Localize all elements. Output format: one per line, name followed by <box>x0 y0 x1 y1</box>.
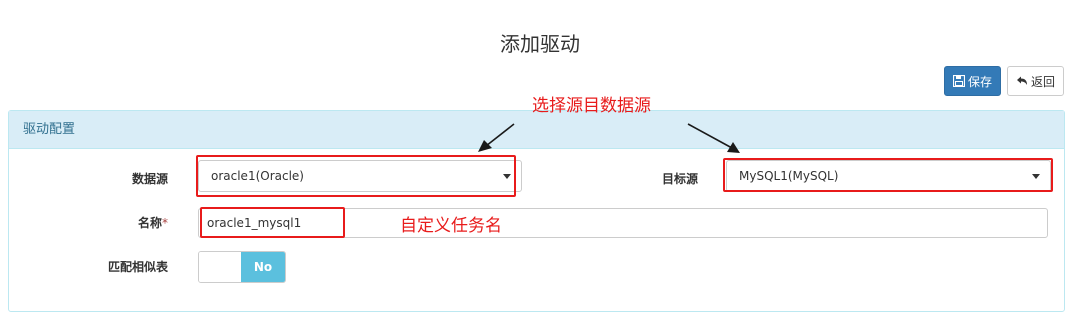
save-button-label: 保存 <box>967 74 992 89</box>
toolbar: 保存 返回 <box>943 66 1064 96</box>
annotation-box-source <box>196 155 516 197</box>
toggle-on-label: No <box>241 252 285 282</box>
toggle-off-area <box>199 252 241 282</box>
page-title: 添加驱动 <box>500 32 580 56</box>
back-arrow-icon <box>1016 76 1027 85</box>
floppy-disk-icon <box>952 75 965 87</box>
required-mark: * <box>162 216 168 230</box>
match-similar-toggle[interactable]: No <box>198 251 286 283</box>
source-label: 数据源 <box>131 172 168 186</box>
name-label: 名称* <box>90 214 168 231</box>
annotation-select-source-target: 选择源目数据源 <box>532 96 651 116</box>
back-button-label: 返回 <box>1030 74 1055 89</box>
annotation-box-target <box>723 158 1053 192</box>
panel-title: 驱动配置 <box>9 111 1064 149</box>
save-button[interactable]: 保存 <box>943 66 1001 96</box>
back-button[interactable]: 返回 <box>1006 66 1064 96</box>
annotation-custom-task-name: 自定义任务名 <box>400 216 502 236</box>
annotation-box-name <box>200 207 345 238</box>
target-label: 目标源 <box>661 172 698 186</box>
name-label-text: 名称 <box>137 216 162 230</box>
match-similar-label: 匹配相似表 <box>107 260 168 274</box>
